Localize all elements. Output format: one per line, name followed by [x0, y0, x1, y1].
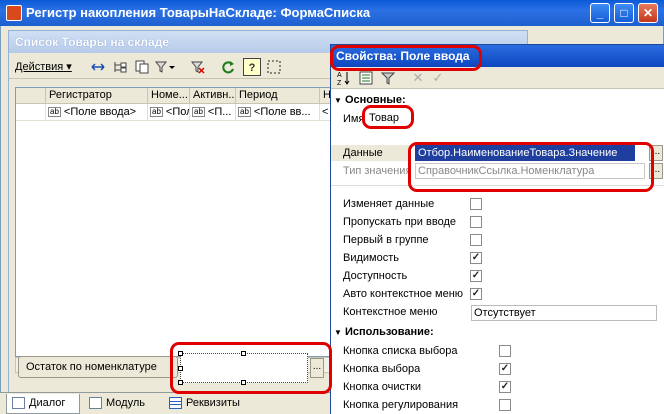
- actions-label: Действия: [15, 61, 64, 73]
- flag-label: Изменяет данные: [343, 198, 435, 210]
- remains-label[interactable]: Остаток по номенклатуре: [18, 356, 178, 378]
- usage-flag-label: Кнопка регулирования: [343, 399, 459, 411]
- filter-properties-icon[interactable]: [379, 69, 397, 87]
- copy-icon[interactable]: [133, 58, 151, 76]
- tab-label: Модуль: [106, 397, 145, 409]
- table-cell[interactable]: ab <П...: [190, 104, 236, 121]
- flag-label: Видимость: [343, 252, 399, 264]
- tab-bar: Диалог Модуль Реквизиты: [0, 392, 330, 414]
- flag-checkbox[interactable]: ✓: [470, 252, 482, 264]
- edit-mode-icon[interactable]: [89, 58, 107, 76]
- tab-label: Реквизиты: [186, 397, 240, 409]
- column-header[interactable]: Номе...: [148, 88, 190, 104]
- dialog-icon: [12, 397, 25, 409]
- text-field-icon: ab: [238, 107, 251, 118]
- row-header: [16, 88, 46, 104]
- flag-label: Авто контекстное меню: [343, 288, 464, 300]
- flag-label: Первый в группе: [343, 234, 429, 246]
- expand-icon: ▼: [334, 96, 342, 105]
- data-grid[interactable]: Регистратор Номе... Активн... Период На …: [15, 87, 331, 357]
- minimize-button[interactable]: _: [590, 3, 610, 23]
- flag-checkbox[interactable]: ✓: [470, 270, 482, 282]
- column-header[interactable]: Период: [236, 88, 320, 104]
- table-cell[interactable]: ab <Поле вв...: [236, 104, 320, 121]
- app-icon: [6, 5, 22, 21]
- module-icon: [89, 397, 102, 409]
- maximize-button[interactable]: □: [614, 3, 634, 23]
- chevron-down-icon: ▾: [66, 61, 72, 73]
- row-header-cell: [16, 104, 46, 121]
- highlight-data: [408, 142, 654, 192]
- attributes-icon: [169, 397, 182, 409]
- filter-icon[interactable]: [153, 58, 175, 76]
- table-cell[interactable]: ab<Поле...: [148, 104, 190, 121]
- flag-checkbox[interactable]: [470, 216, 482, 228]
- tab-label: Диалог: [29, 397, 66, 409]
- form-title: Список Товары на складе: [15, 35, 170, 49]
- flag-checkbox[interactable]: [470, 198, 482, 210]
- categories-icon[interactable]: [357, 69, 375, 87]
- svg-text:A: A: [337, 72, 342, 79]
- highlight-title: [330, 45, 482, 71]
- properties-panel: Свойства: Поле ввода AZ ✕ ✓ ▼ Основные: …: [330, 44, 664, 414]
- type-label: Тип значения: [343, 165, 412, 177]
- usage-flag-checkbox[interactable]: [499, 345, 511, 357]
- usage-flag-label: Кнопка очистки: [343, 381, 422, 393]
- highlight-new-field: [170, 342, 332, 394]
- context-menu-select[interactable]: Отсутствует: [471, 305, 657, 321]
- text-field-icon: ab: [150, 107, 163, 118]
- cell-text: <: [322, 106, 329, 118]
- context-menu-value: Отсутствует: [474, 307, 536, 319]
- select-area-icon[interactable]: [265, 58, 283, 76]
- data-label: Данные: [343, 147, 383, 159]
- close-button[interactable]: ✕: [638, 3, 658, 23]
- help-icon[interactable]: ?: [243, 58, 261, 76]
- text-field-icon: ab: [192, 107, 205, 118]
- tab-dialog[interactable]: Диалог: [6, 394, 80, 414]
- flag-label: Доступность: [343, 270, 408, 282]
- usage-flag-checkbox[interactable]: ✓: [499, 363, 511, 375]
- sort-az-icon[interactable]: AZ: [335, 69, 353, 87]
- expand-icon: ▼: [334, 328, 342, 337]
- cell-text: <П...: [207, 106, 232, 118]
- context-menu-label: Контекстное меню: [343, 306, 438, 318]
- properties-body: ▼ Основные: Имя Товар Данные Отбор.Наиме…: [331, 89, 664, 414]
- usage-flag-label: Кнопка списка выбора: [343, 345, 458, 357]
- apply-icon[interactable]: ✓: [431, 69, 445, 87]
- column-header[interactable]: Регистратор: [46, 88, 148, 104]
- cancel-icon[interactable]: ✕: [411, 69, 425, 87]
- usage-flag-checkbox[interactable]: [499, 399, 511, 411]
- cell-text: <Поле вв...: [253, 106, 311, 118]
- table-cell[interactable]: ab <Поле ввода>: [46, 104, 148, 121]
- flag-checkbox[interactable]: [470, 234, 482, 246]
- section-usage[interactable]: ▼ Использование:: [331, 325, 434, 341]
- flag-label: Пропускать при вводе: [343, 216, 456, 228]
- actions-menu[interactable]: Действия ▾: [15, 58, 72, 76]
- refresh-icon[interactable]: [219, 58, 237, 76]
- clear-filter-icon[interactable]: [189, 58, 207, 76]
- column-header[interactable]: Активн...: [190, 88, 236, 104]
- tab-attributes[interactable]: Реквизиты: [164, 394, 264, 414]
- tab-module[interactable]: Модуль: [84, 394, 160, 414]
- cell-text: <Поле...: [165, 106, 190, 118]
- cell-text: <Поле ввода>: [63, 106, 137, 118]
- usage-flag-checkbox[interactable]: ✓: [499, 381, 511, 393]
- flag-checkbox[interactable]: ✓: [470, 288, 482, 300]
- window-title-bar[interactable]: Регистр накопления ТоварыНаСкладе: Форма…: [0, 0, 664, 26]
- window-title: Регистр накопления ТоварыНаСкладе: Форма…: [26, 5, 371, 20]
- svg-text:Z: Z: [337, 80, 342, 86]
- section-label: Использование:: [344, 326, 434, 338]
- highlight-name: [362, 105, 414, 129]
- text-field-icon: ab: [48, 107, 61, 118]
- usage-flag-label: Кнопка выбора: [343, 363, 421, 375]
- tree-icon[interactable]: [111, 58, 129, 76]
